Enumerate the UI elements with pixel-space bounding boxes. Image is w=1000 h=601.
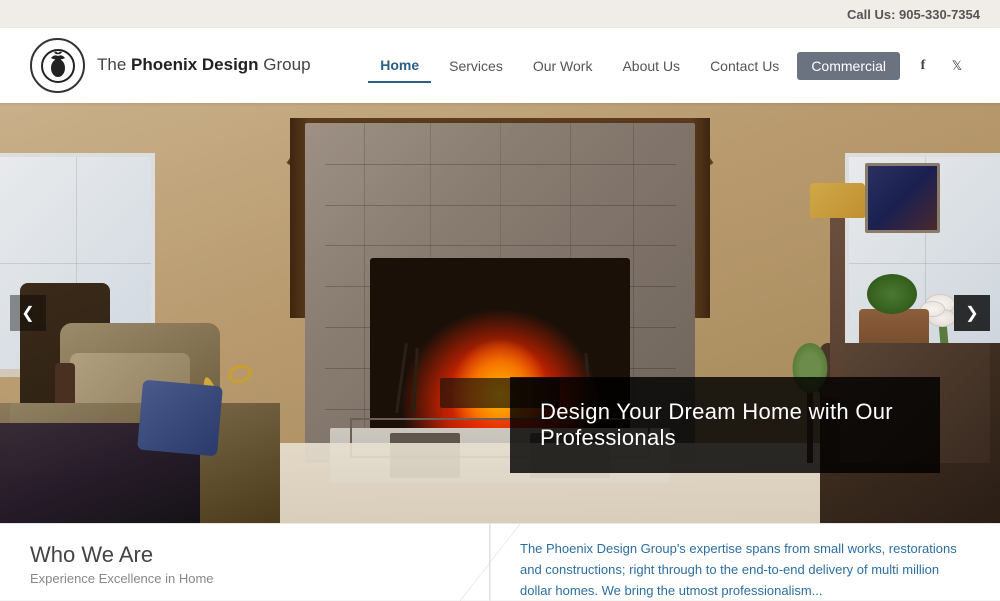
logo-icon [30,38,85,93]
carousel-prev-button[interactable]: ❮ [10,295,46,331]
description-text: The Phoenix Design Group's expertise spa… [520,539,970,601]
who-we-are-panel: Who We Are Experience Excellence in Home [0,524,490,600]
phoenix-icon [40,48,76,84]
top-bar: Call Us: 905-330-7354 [0,0,1000,28]
call-label: Call Us: [847,7,895,22]
hero-caption-text: Design Your Dream Home with Our Professi… [540,399,893,450]
bottom-section: Who We Are Experience Excellence in Home… [0,523,1000,600]
social-links: f 𝕏 [910,53,970,79]
main-nav: Home Services Our Work About Us Contact … [368,49,970,83]
nav-commercial[interactable]: Commercial [797,52,900,80]
nav-contact-us[interactable]: Contact Us [698,50,791,82]
nav-about-us[interactable]: About Us [610,50,692,82]
carousel-next-button[interactable]: ❯ [954,295,990,331]
lamp-stand [830,203,845,383]
next-arrow-icon: ❯ [965,303,978,323]
description-panel: The Phoenix Design Group's expertise spa… [490,524,1000,600]
logo-post: Group [259,55,311,74]
furniture-left [0,243,340,523]
facebook-icon[interactable]: f [910,53,936,79]
logo-bold: Phoenix Design [131,55,259,74]
header: The Phoenix Design Group Home Services O… [0,28,1000,103]
logo[interactable]: The Phoenix Design Group [30,38,311,93]
who-we-are-title: Who We Are [30,542,459,568]
divider-svg [460,524,520,601]
who-we-are-subtitle: Experience Excellence in Home [30,571,459,586]
artwork [865,163,940,233]
phone-number: 905-330-7354 [899,7,980,22]
nav-home[interactable]: Home [368,49,431,83]
prev-arrow-icon: ❮ [21,303,34,323]
nav-our-work[interactable]: Our Work [521,50,605,82]
nav-services[interactable]: Services [437,50,515,82]
twitter-icon[interactable]: 𝕏 [944,53,970,79]
logo-pre: The [97,55,131,74]
logo-text: The Phoenix Design Group [97,55,311,75]
hero-section: ❮ ❯ Design Your Dream Home with Our Prof… [0,103,1000,523]
hero-caption: Design Your Dream Home with Our Professi… [510,377,940,473]
